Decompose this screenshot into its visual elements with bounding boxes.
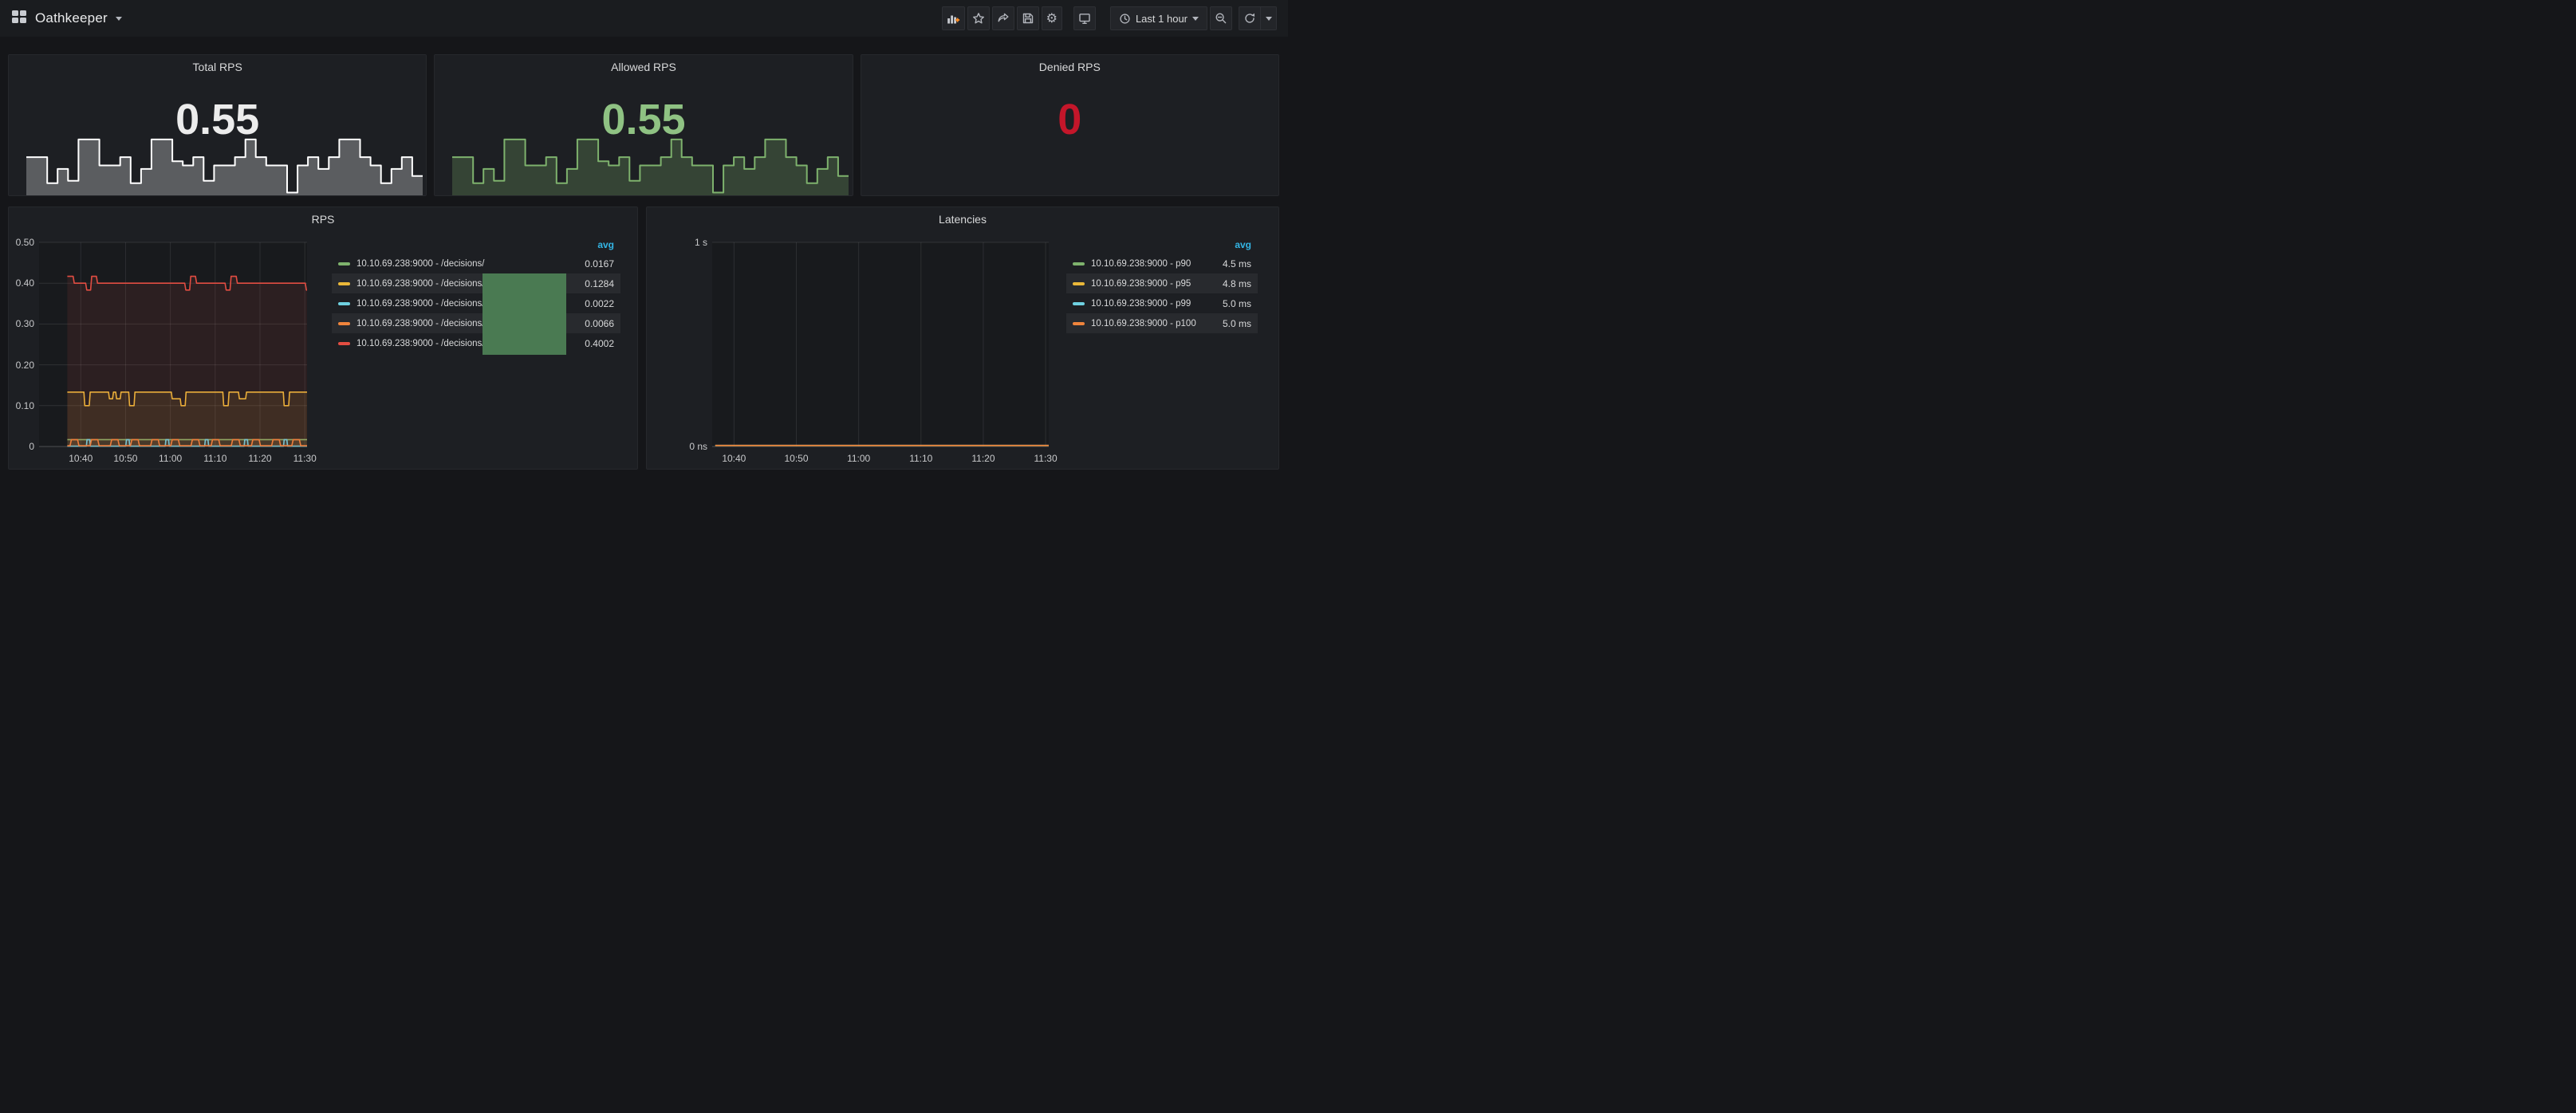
y-axis-label: 0.40 xyxy=(8,277,34,289)
refresh-button[interactable] xyxy=(1239,6,1261,30)
share-button[interactable] xyxy=(992,6,1014,30)
panel-allowed-rps: Allowed RPS 0.55 xyxy=(434,54,853,196)
series-avg-value: 0.0066 xyxy=(585,318,614,329)
series-color-swatch[interactable] xyxy=(338,302,350,305)
legend-item[interactable]: 10.10.69.238:9000 - /decisions/ 0.0022 xyxy=(332,293,620,313)
refresh-interval-caret-button[interactable] xyxy=(1261,6,1277,30)
x-axis-label: 11:00 xyxy=(147,453,195,464)
panel-title[interactable]: Total RPS xyxy=(9,61,426,73)
zoom-out-button[interactable] xyxy=(1210,6,1232,30)
y-axis-label: 0.20 xyxy=(8,360,34,371)
dashboard-title-caret-icon[interactable] xyxy=(116,17,122,21)
settings-button[interactable]: ⚙ xyxy=(1042,6,1062,30)
legend-avg-header[interactable]: avg xyxy=(332,236,620,254)
time-range-caret-icon xyxy=(1192,17,1199,21)
time-range-label: Last 1 hour xyxy=(1136,13,1188,25)
y-axis-label: 1 s xyxy=(672,237,707,248)
y-axis-label: 0 ns xyxy=(672,441,707,452)
x-axis-label: 10:50 xyxy=(773,453,821,464)
save-icon xyxy=(1022,12,1034,25)
stat-value: 0.55 xyxy=(435,98,852,141)
save-button[interactable] xyxy=(1017,6,1039,30)
time-range-button[interactable]: Last 1 hour xyxy=(1110,6,1207,30)
zoom-out-icon xyxy=(1215,12,1227,25)
legend-avg-header[interactable]: avg xyxy=(1066,236,1258,254)
panel-title[interactable]: Latencies xyxy=(647,213,1278,226)
x-axis-label: 10:50 xyxy=(101,453,149,464)
panel-title[interactable]: Allowed RPS xyxy=(435,61,852,73)
rps-legend: avg 10.10.69.238:9000 - /decisions/ 0.01… xyxy=(332,236,620,353)
x-axis-label: 11:20 xyxy=(959,453,1007,464)
stat-value: 0 xyxy=(861,98,1278,141)
x-axis-label: 11:30 xyxy=(281,453,329,464)
green-overlay-artifact xyxy=(483,273,566,355)
add-panel-icon xyxy=(947,12,960,25)
series-label: 10.10.69.238:9000 - p99 xyxy=(1091,299,1215,309)
panel-title[interactable]: Denied RPS xyxy=(861,61,1278,73)
x-axis-label: 11:10 xyxy=(191,453,239,464)
dashboards-grid-icon[interactable] xyxy=(11,10,27,28)
series-color-swatch[interactable] xyxy=(338,322,350,325)
legend-item[interactable]: 10.10.69.238:9000 - /decisions/ 0.0167 xyxy=(332,254,620,273)
panel-rps-graph: RPS 10:4010:5011:0011:1011:2011:30 0 0.10 0… xyxy=(8,206,638,470)
y-axis-label: 0.50 xyxy=(8,237,34,248)
series-label: 10.10.69.238:9000 - /decisions/ xyxy=(356,259,577,269)
series-label: 10.10.69.238:9000 - p90 xyxy=(1091,259,1215,269)
legend-item[interactable]: 10.10.69.238:9000 - /decisions/ 0.0066 xyxy=(332,313,620,333)
series-avg-value: 0.0167 xyxy=(585,258,614,269)
series-avg-value: 5.0 ms xyxy=(1223,298,1251,309)
grafana-dashboard: Oathkeeper xyxy=(0,0,1288,556)
share-icon xyxy=(997,12,1010,25)
panel-denied-rps: Denied RPS 0 xyxy=(861,54,1279,196)
y-axis-label: 0 xyxy=(8,441,34,452)
panel-total-rps: Total RPS 0.55 xyxy=(8,54,427,196)
add-panel-button[interactable] xyxy=(942,6,965,30)
latencies-legend: avg 10.10.69.238:9000 - p90 4.5 ms 10.10… xyxy=(1066,236,1258,333)
star-icon xyxy=(972,12,985,25)
series-avg-value: 0.0022 xyxy=(585,298,614,309)
y-axis-label: 0.10 xyxy=(8,400,34,411)
x-axis-label: 10:40 xyxy=(710,453,758,464)
stat-value: 0.55 xyxy=(9,98,426,141)
series-color-swatch[interactable] xyxy=(1073,282,1085,285)
legend-item[interactable]: 10.10.69.238:9000 - p99 5.0 ms xyxy=(1066,293,1258,313)
refresh-icon xyxy=(1243,12,1256,25)
panel-latencies-graph: Latencies 10:40 10:50 11:00 11:10 11:20 11:30… xyxy=(646,206,1279,470)
series-color-swatch[interactable] xyxy=(338,282,350,285)
cycle-view-button[interactable] xyxy=(1073,6,1096,30)
series-color-swatch[interactable] xyxy=(338,342,350,345)
clock-icon xyxy=(1119,13,1131,25)
x-axis-label: 11:20 xyxy=(236,453,284,464)
x-axis-label: 11:30 xyxy=(1022,453,1069,464)
series-avg-value: 4.8 ms xyxy=(1223,278,1251,289)
panel-title[interactable]: RPS xyxy=(9,213,637,226)
dashboard-grid: Total RPS 0.55 Allowed RPS 0.55 Denied R… xyxy=(8,54,1279,470)
gear-icon: ⚙ xyxy=(1046,12,1058,25)
x-axis-label: 11:00 xyxy=(835,453,883,464)
series-avg-value: 0.1284 xyxy=(585,278,614,289)
x-axis-label: 10:40 xyxy=(57,453,104,464)
legend-item[interactable]: 10.10.69.238:9000 - p90 4.5 ms xyxy=(1066,254,1258,273)
series-avg-value: 0.4002 xyxy=(585,338,614,349)
series-color-swatch[interactable] xyxy=(1073,262,1085,265)
legend-item[interactable]: 10.10.69.238:9000 - /decisions/ 0.4002 xyxy=(332,333,620,353)
series-label: 10.10.69.238:9000 - p100 xyxy=(1091,319,1215,328)
series-color-swatch[interactable] xyxy=(1073,302,1085,305)
legend-item[interactable]: 10.10.69.238:9000 - /decisions/ 0.1284 xyxy=(332,273,620,293)
legend-item[interactable]: 10.10.69.238:9000 - p95 4.8 ms xyxy=(1066,273,1258,293)
series-avg-value: 4.5 ms xyxy=(1223,258,1251,269)
star-button[interactable] xyxy=(967,6,990,30)
series-color-swatch[interactable] xyxy=(338,262,350,265)
series-color-swatch[interactable] xyxy=(1073,322,1085,325)
y-axis-label: 0.30 xyxy=(8,318,34,329)
series-label: 10.10.69.238:9000 - p95 xyxy=(1091,279,1215,289)
tv-monitor-icon xyxy=(1078,12,1091,25)
dashboard-title[interactable]: Oathkeeper xyxy=(35,10,108,26)
navbar: Oathkeeper xyxy=(0,0,1288,37)
refresh-caret-icon xyxy=(1266,17,1272,21)
series-avg-value: 5.0 ms xyxy=(1223,318,1251,329)
legend-item[interactable]: 10.10.69.238:9000 - p100 5.0 ms xyxy=(1066,313,1258,333)
x-axis-label: 11:10 xyxy=(897,453,945,464)
